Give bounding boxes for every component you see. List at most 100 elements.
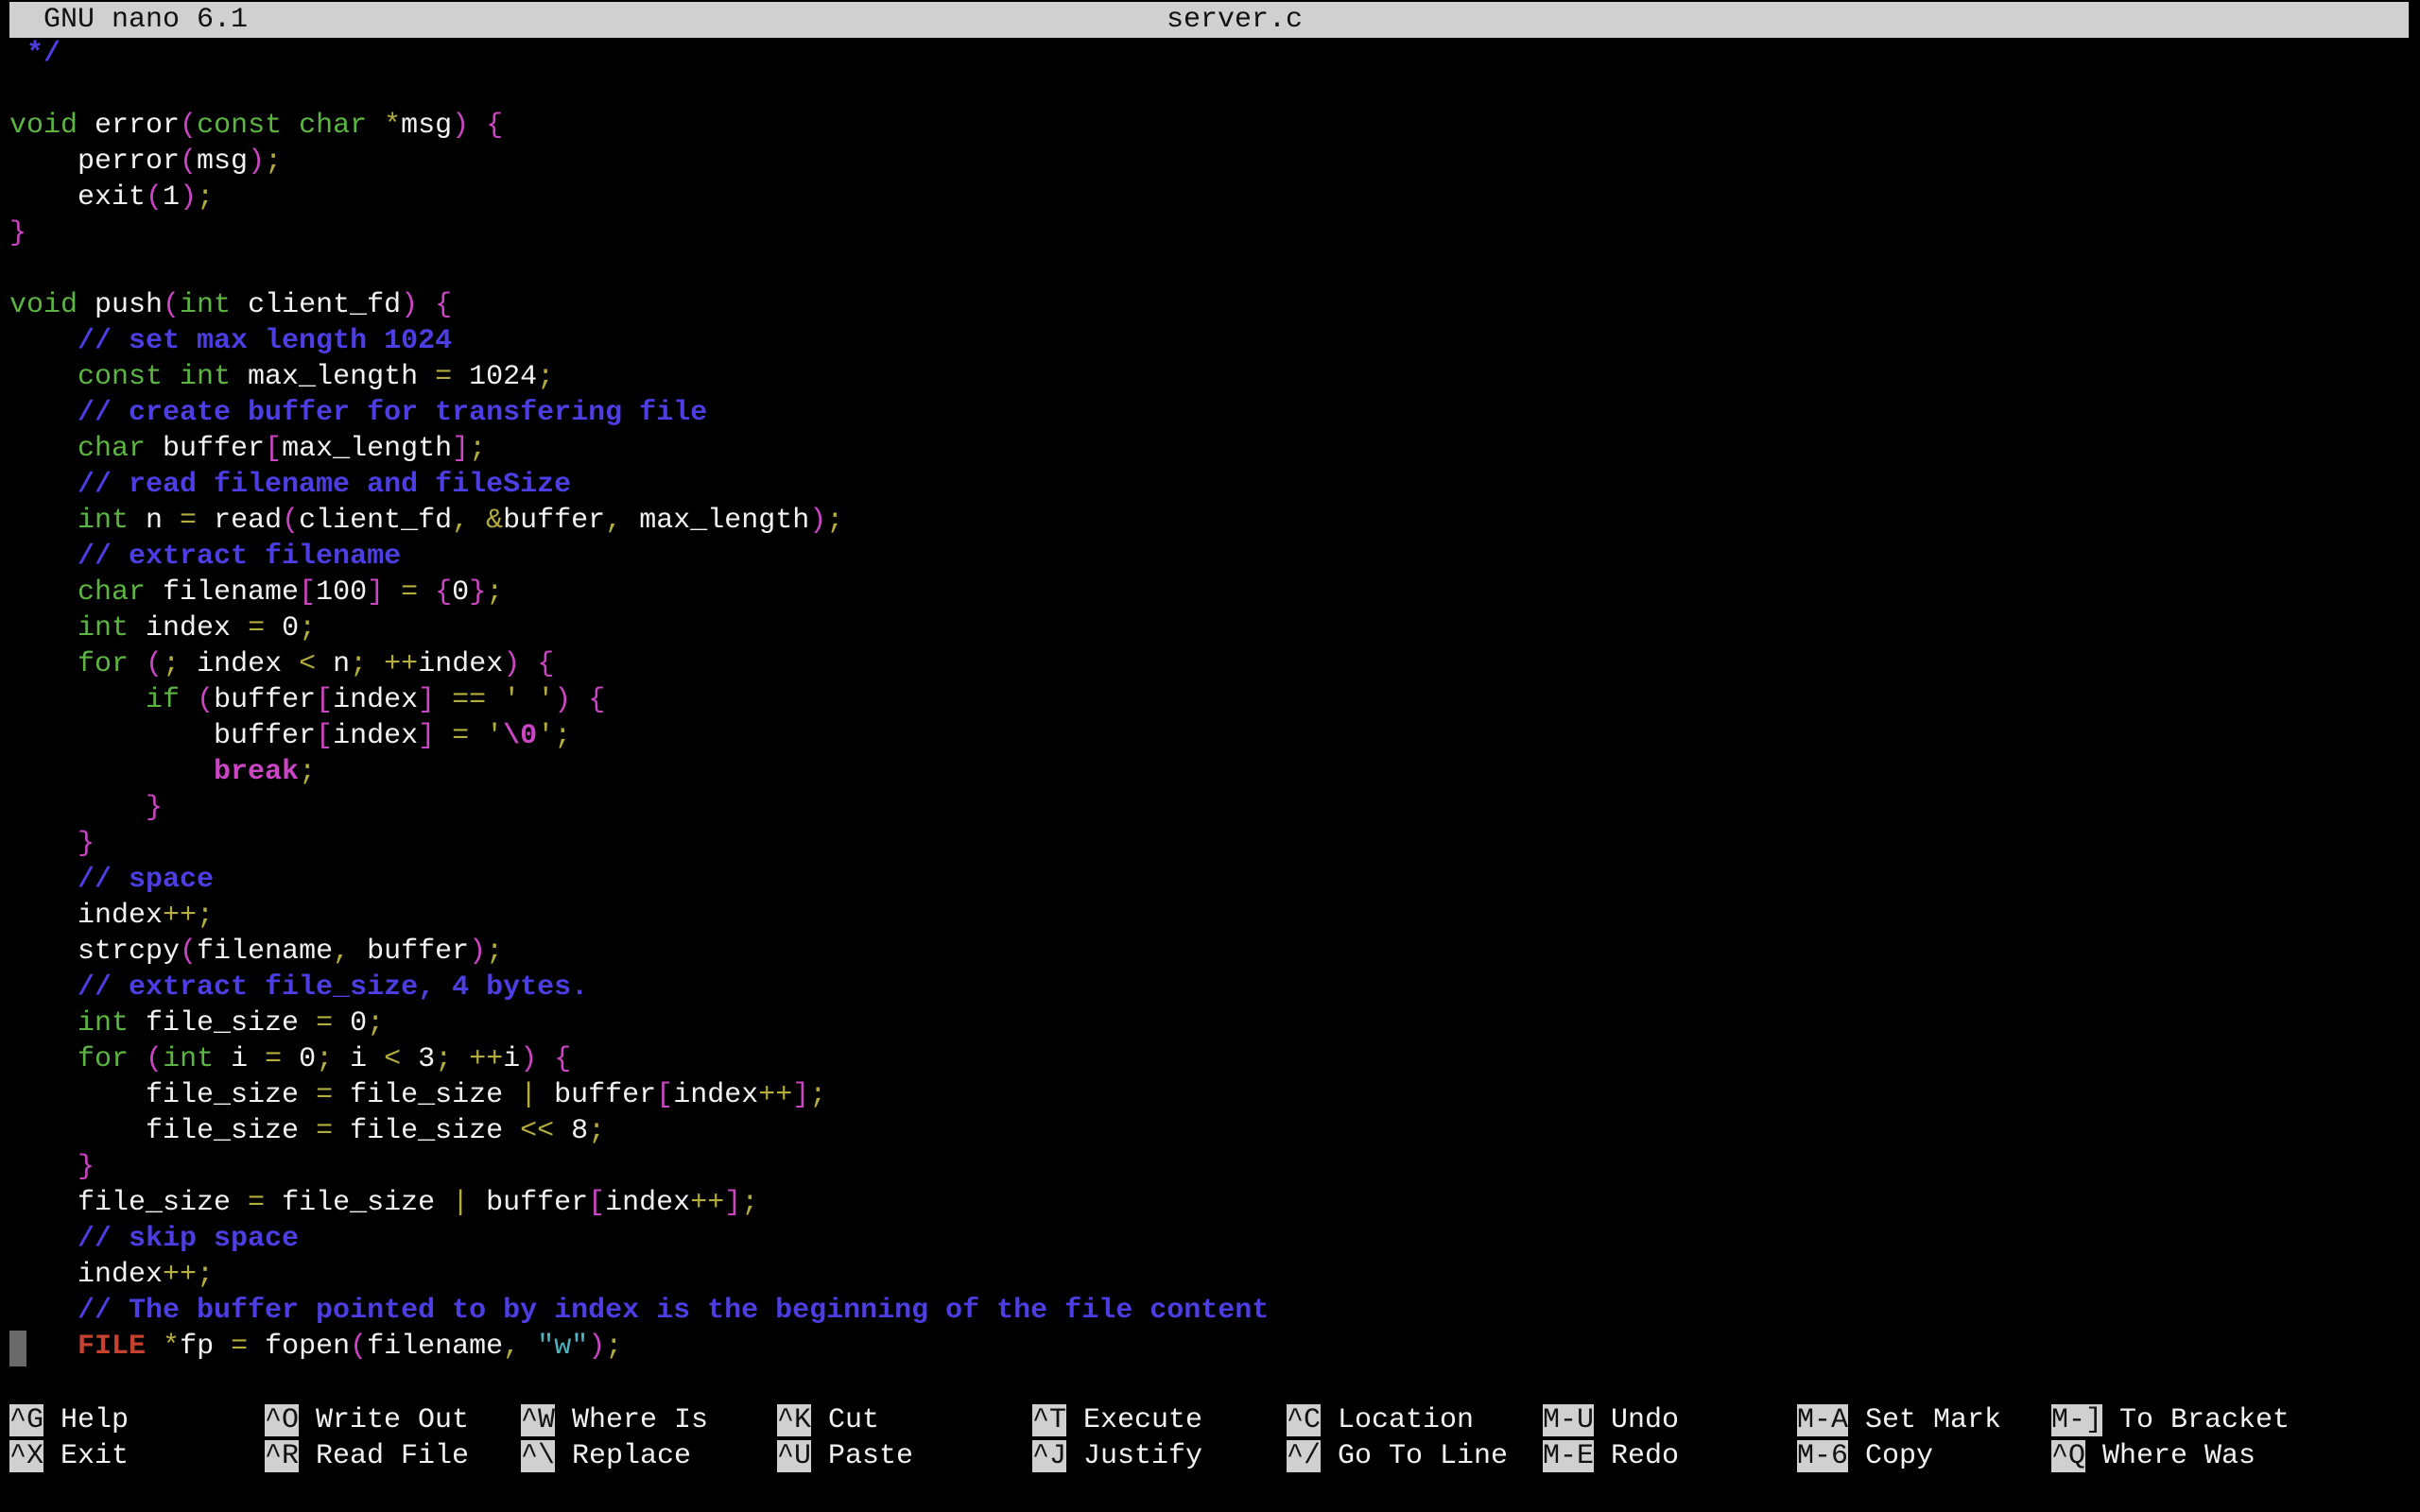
code-line[interactable]: strcpy(filename, buffer); (9, 934, 2411, 970)
code-line[interactable]: exit(1); (9, 180, 2411, 215)
code-text: max_length (622, 505, 810, 537)
shortcut-key: ^K (777, 1404, 812, 1436)
bracket: ) (180, 181, 198, 214)
bracket: ( (146, 1043, 164, 1075)
shortcut-execute[interactable]: ^T Execute (1032, 1402, 1202, 1438)
shortcut-key: ^G (9, 1404, 44, 1436)
code-line[interactable]: // The buffer pointed to by index is the… (9, 1293, 2411, 1329)
shortcut-write-out[interactable]: ^O Write Out (265, 1402, 469, 1438)
keyword: int (163, 1043, 215, 1075)
code-line[interactable]: // set max length 1024 (9, 323, 2411, 359)
operator: ++ (758, 1079, 793, 1111)
code-line[interactable]: file_size = file_size | buffer[index++]; (9, 1185, 2411, 1221)
bracket: [ (316, 720, 334, 752)
bracket: ( (146, 181, 164, 214)
operator: ' (537, 720, 555, 752)
code-line[interactable] (9, 72, 2411, 108)
operator: ; (350, 648, 368, 680)
code-line[interactable]: // create buffer for transfering file (9, 395, 2411, 431)
code-line[interactable]: */ (9, 36, 2411, 72)
code-line[interactable]: FILE *fp = fopen(filename, "w"); (9, 1329, 2411, 1365)
code-line[interactable]: void error(const char *msg) { (9, 108, 2411, 144)
shortcut-cut[interactable]: ^K Cut (777, 1402, 879, 1438)
keyword: int (78, 1007, 130, 1040)
code-line[interactable]: int index = 0; (9, 610, 2411, 646)
shortcut-set-mark[interactable]: M-A Set Mark (1797, 1402, 2001, 1438)
keyword: int (78, 612, 130, 644)
code-line[interactable] (9, 251, 2411, 287)
code-line[interactable]: for (; index < n; ++index) { (9, 646, 2411, 682)
shortcut-go-to-line[interactable]: ^/ Go To Line (1287, 1438, 1508, 1474)
code-text: client_fd (299, 505, 453, 537)
operator: ; (588, 1115, 606, 1147)
code-text: file_size (333, 1079, 521, 1111)
shortcut-replace[interactable]: ^\ Replace (521, 1438, 691, 1474)
code-line[interactable]: index++; (9, 898, 2411, 934)
code-line[interactable]: perror(msg); (9, 144, 2411, 180)
code-line[interactable]: const int max_length = 1024; (9, 359, 2411, 395)
shortcut-key: ^O (265, 1404, 300, 1436)
code-editor[interactable]: */ void error(const char *msg) { perror(m… (9, 36, 2411, 1365)
keyword: void (9, 110, 78, 142)
shortcut-exit[interactable]: ^X Exit (9, 1438, 129, 1474)
shortcut-redo[interactable]: M-E Redo (1543, 1438, 1679, 1474)
shortcut-justify[interactable]: ^J Justify (1032, 1438, 1202, 1474)
bracket: { (554, 1043, 572, 1075)
code-line[interactable]: // extract filename (9, 539, 2411, 575)
code-text: file_size (333, 1115, 521, 1147)
code-line[interactable]: file_size = file_size | buffer[index++]; (9, 1077, 2411, 1113)
flow-keyword: \0 (503, 720, 538, 752)
shortcut-location[interactable]: ^C Location (1287, 1402, 1474, 1438)
operator: ; (605, 1331, 623, 1363)
shortcut-label: Where Was (2085, 1440, 2256, 1472)
code-line[interactable]: char filename[100] = {0}; (9, 575, 2411, 610)
shortcut-copy[interactable]: M-6 Copy (1797, 1438, 1933, 1474)
code-line[interactable]: int n = read(client_fd, &buffer, max_len… (9, 503, 2411, 539)
shortcut-where-was[interactable]: ^Q Where Was (2051, 1438, 2256, 1474)
shortcut-where-is[interactable]: ^W Where Is (521, 1402, 708, 1438)
operator: ; (367, 1007, 385, 1040)
shortcut-read-file[interactable]: ^R Read File (265, 1438, 469, 1474)
code-text: buffer (214, 684, 317, 716)
code-line[interactable]: // space (9, 862, 2411, 898)
shortcut-key: ^J (1032, 1440, 1067, 1472)
code-text: index (333, 684, 419, 716)
shortcut-to-bracket[interactable]: M-] To Bracket (2051, 1402, 2290, 1438)
shortcut-paste[interactable]: ^U Paste (777, 1438, 913, 1474)
code-line[interactable]: index++; (9, 1257, 2411, 1293)
bracket: ( (282, 505, 300, 537)
code-line[interactable]: // skip space (9, 1221, 2411, 1257)
shortcut-key: ^W (521, 1404, 556, 1436)
operator: ; (554, 720, 572, 752)
code-line[interactable]: } (9, 215, 2411, 251)
code-line[interactable]: } (9, 1149, 2411, 1185)
shortcut-undo[interactable]: M-U Undo (1543, 1402, 1679, 1438)
code-text: buffer (503, 505, 606, 537)
code-line[interactable]: buffer[index] = '\0'; (9, 718, 2411, 754)
operator: * (163, 1331, 181, 1363)
shortcut-key: M-U (1543, 1404, 1595, 1436)
code-line[interactable]: } (9, 826, 2411, 862)
code-line[interactable]: break; (9, 754, 2411, 790)
code-text: error (78, 110, 181, 142)
code-line[interactable]: if (buffer[index] == ' ') { (9, 682, 2411, 718)
code-line[interactable]: file_size = file_size << 8; (9, 1113, 2411, 1149)
code-line[interactable]: void push(int client_fd) { (9, 287, 2411, 323)
shortcut-help[interactable]: ^G Help (9, 1402, 129, 1438)
code-line[interactable]: char buffer[max_length]; (9, 431, 2411, 467)
code-text: 3 (401, 1043, 436, 1075)
operator: ' (486, 720, 504, 752)
code-line[interactable]: // read filename and fileSize (9, 467, 2411, 503)
operator: ; (435, 1043, 453, 1075)
code-line[interactable]: // extract file_size, 4 bytes. (9, 970, 2411, 1005)
code-line[interactable]: for (int i = 0; i < 3; ++i) { (9, 1041, 2411, 1077)
code-text: 100 (316, 576, 368, 609)
bracket: } (146, 792, 164, 824)
code-line[interactable]: int file_size = 0; (9, 1005, 2411, 1041)
code-line[interactable]: } (9, 790, 2411, 826)
